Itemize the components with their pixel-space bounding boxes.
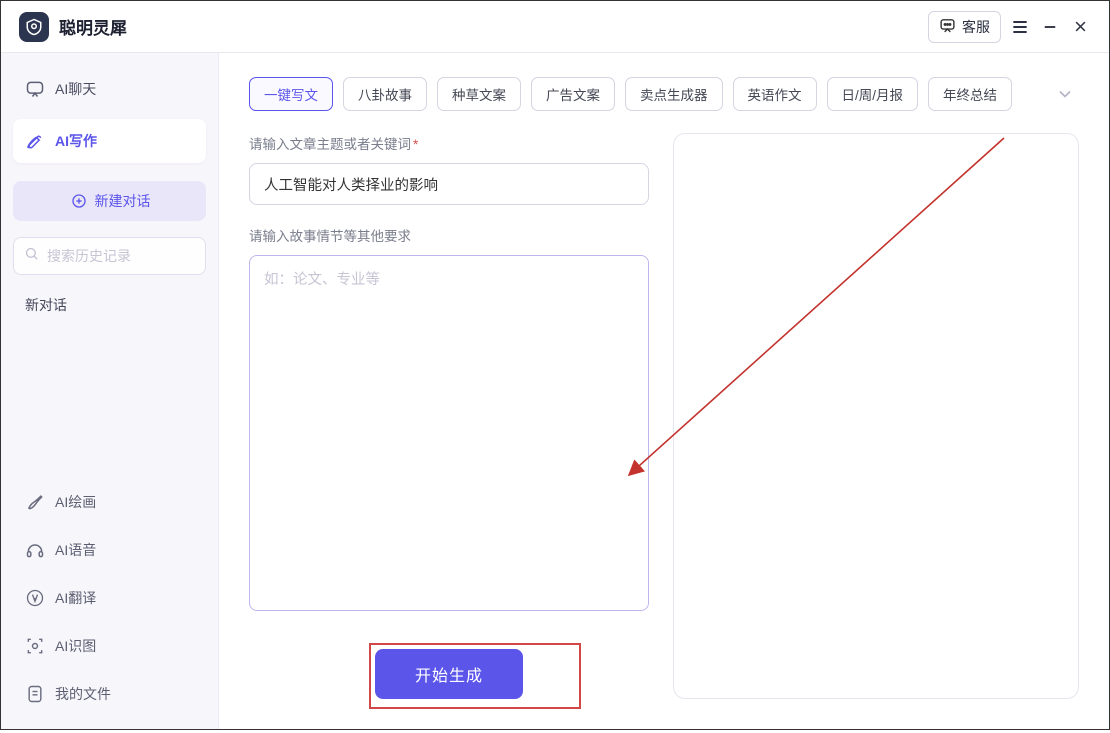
category-chip-row: 一键写文 八卦故事 种草文案 广告文案 卖点生成器 英语作文 日/周/月报 年终…	[219, 53, 1109, 121]
brush-icon	[25, 492, 45, 512]
annotation-highlight-box	[369, 643, 581, 709]
topic-label: 请输入文章主题或者关键词*	[249, 133, 649, 153]
output-panel	[673, 133, 1079, 699]
file-icon	[25, 684, 45, 704]
sidebar-item-label: 我的文件	[55, 684, 111, 704]
chat-icon	[25, 79, 45, 99]
conversation-item[interactable]: 新对话	[1, 285, 218, 325]
kefu-label: 客服	[962, 17, 990, 37]
headphones-icon	[25, 540, 45, 560]
titlebar: 聪明灵犀 客服	[1, 1, 1109, 53]
chip-english-essay[interactable]: 英语作文	[733, 77, 817, 111]
search-input[interactable]	[47, 248, 228, 264]
expand-chips-button[interactable]	[1051, 80, 1079, 108]
minimize-icon[interactable]	[1039, 16, 1061, 38]
chip-selling-point-gen[interactable]: 卖点生成器	[625, 77, 723, 111]
chip-one-click-write[interactable]: 一键写文	[249, 77, 333, 111]
translate-icon	[25, 588, 45, 608]
sidebar-item-label: AI识图	[55, 636, 96, 656]
sidebar-item-ai-writing[interactable]: AI写作	[13, 119, 206, 163]
sidebar-item-label: AI语音	[55, 540, 96, 560]
sidebar-item-ai-chat[interactable]: AI聊天	[13, 67, 206, 111]
customer-service-button[interactable]: 客服	[928, 11, 1001, 43]
sidebar-item-label: AI聊天	[55, 79, 96, 99]
sidebar-item-ai-voice[interactable]: AI语音	[13, 529, 206, 571]
extra-label: 请输入故事情节等其他要求	[249, 225, 649, 245]
search-wrap	[13, 237, 206, 275]
topic-input[interactable]	[249, 163, 649, 205]
sidebar-item-label: AI写作	[55, 131, 97, 151]
chip-ad-copy[interactable]: 广告文案	[531, 77, 615, 111]
pen-icon	[25, 131, 45, 151]
chip-gossip-story[interactable]: 八卦故事	[343, 77, 427, 111]
app-title: 聪明灵犀	[59, 14, 127, 39]
new-chat-label: 新建对话	[95, 191, 151, 211]
sidebar-item-my-files[interactable]: 我的文件	[13, 673, 206, 715]
image-scan-icon	[25, 636, 45, 656]
app-logo	[19, 12, 49, 42]
extra-textarea[interactable]	[249, 255, 649, 611]
chip-annual-summary[interactable]: 年终总结	[928, 77, 1012, 111]
sidebar-item-label: AI绘画	[55, 492, 96, 512]
required-mark: *	[413, 137, 418, 152]
chat-bubble-icon	[939, 17, 956, 37]
sidebar-item-ai-image-recognition[interactable]: AI识图	[13, 625, 206, 667]
close-icon[interactable]	[1069, 16, 1091, 38]
main-area: 一键写文 八卦故事 种草文案 广告文案 卖点生成器 英语作文 日/周/月报 年终…	[219, 53, 1109, 729]
plus-circle-icon	[69, 191, 89, 211]
input-panel: 请输入文章主题或者关键词* 请输入故事情节等其他要求 开始生成	[249, 133, 649, 699]
chip-seed-copy[interactable]: 种草文案	[437, 77, 521, 111]
chip-report[interactable]: 日/周/月报	[827, 77, 919, 111]
sidebar: AI聊天 AI写作 新建对话 新对话	[1, 53, 219, 729]
sidebar-item-ai-draw[interactable]: AI绘画	[13, 481, 206, 523]
new-chat-button[interactable]: 新建对话	[13, 181, 206, 221]
sidebar-item-ai-translate[interactable]: AI翻译	[13, 577, 206, 619]
menu-icon[interactable]	[1009, 16, 1031, 38]
sidebar-item-label: AI翻译	[55, 588, 96, 608]
search-icon	[24, 246, 39, 266]
